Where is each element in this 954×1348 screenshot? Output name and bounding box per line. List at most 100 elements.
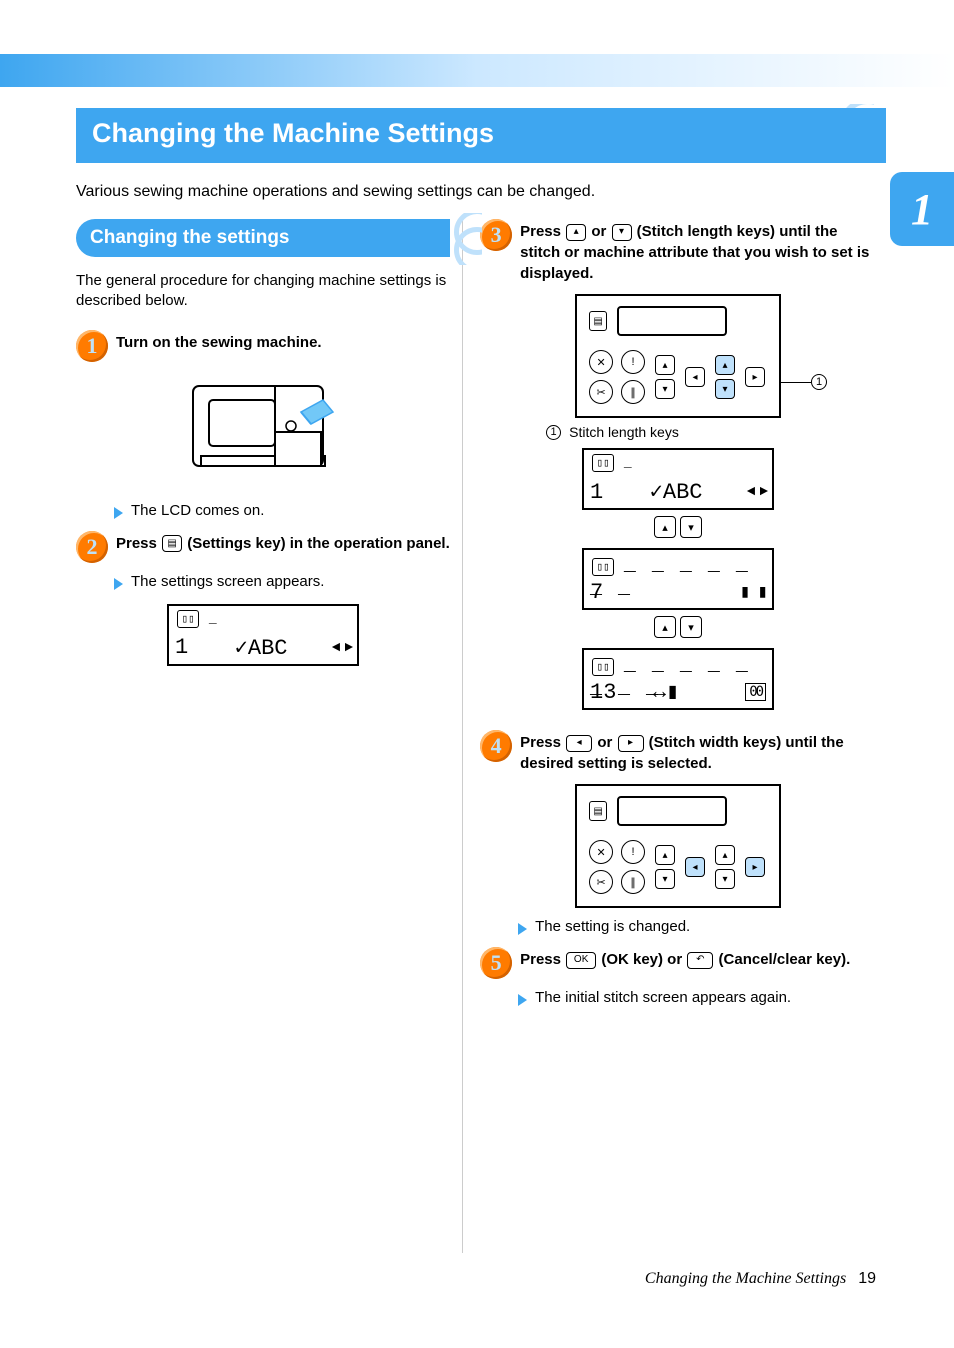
sub-text: The general procedure for changing machi…	[76, 271, 450, 312]
step-4-pre: Press	[520, 734, 565, 751]
panel-down-icon: ▾	[655, 869, 675, 889]
lcd-screen-13: ▯▯ _ _ _ _ _ _ _ _ 13 ↔▮ 00	[582, 648, 774, 710]
top-gradient-banner	[0, 54, 954, 87]
callout-1-badge: 1	[546, 425, 561, 440]
callout-leader-line	[781, 382, 811, 383]
step-3-or: or	[591, 223, 610, 240]
step-5-post: (Cancel/clear key).	[719, 951, 851, 968]
panel-left-icon: ◂	[685, 367, 705, 387]
panel-cut-icon: ✂	[589, 380, 613, 404]
panel-up-icon: ▴	[655, 845, 675, 865]
up-key-icon: ▴	[654, 616, 676, 638]
panel-pause-icon: ∥	[621, 870, 645, 894]
step-1: 1 Turn on the sewing machine.	[76, 330, 450, 362]
lcd-seq13-index: 13	[590, 680, 616, 705]
right-column: 3 Press ▴ or ▾ (Stitch length keys) unti…	[480, 219, 876, 1018]
triangle-bullet-icon	[518, 994, 527, 1006]
step-5-text: Press OK (OK key) or ↶ (Cancel/clear key…	[520, 947, 876, 970]
step-5-mid: (OK key) or	[601, 951, 686, 968]
step-2-number: 2	[76, 531, 108, 563]
lcd-seq1-arrows: ◄ ►	[747, 484, 766, 500]
step-3-number: 3	[480, 219, 512, 251]
step-1-result-text: The LCD comes on.	[131, 502, 264, 519]
step-3-text: Press ▴ or ▾ (Stitch length keys) until …	[520, 219, 876, 284]
page-footer: Changing the Machine Settings 19	[645, 1270, 876, 1288]
panel-needle-icon: !	[621, 840, 645, 864]
panel-diagram-step4: ▤ ✕ ! ✂ ∥	[480, 784, 876, 908]
lcd-sequence: ▯▯ _ 1 ✓ABC ◄ ► ▴ ▾ ▯▯ _ _ _ _ _ _ _ 7 ▮…	[480, 448, 876, 710]
right-key-icon: ▸	[618, 735, 644, 752]
page-title: Changing the Machine Settings	[76, 108, 886, 163]
triangle-bullet-icon	[518, 923, 527, 935]
step-5-number: 5	[480, 947, 512, 979]
panel-up2-icon: ▴	[715, 845, 735, 865]
footer-page-number: 19	[858, 1270, 876, 1287]
step-2-pre: Press	[116, 535, 161, 552]
step-5-pre: Press	[520, 951, 565, 968]
lcd-nav-arrows: ◄ ►	[332, 640, 351, 656]
footer-title: Changing the Machine Settings	[645, 1270, 846, 1287]
sub-heading: Changing the settings	[76, 219, 450, 257]
step-5: 5 Press OK (OK key) or ↶ (Cancel/clear k…	[480, 947, 876, 979]
panel-screen	[617, 306, 727, 336]
lcd-screen-1: ▯▯ _ 1 ✓ABC ◄ ►	[582, 448, 774, 510]
intro-text: Various sewing machine operations and se…	[76, 183, 876, 201]
column-divider	[462, 219, 463, 1253]
sub-heading-text: Changing the settings	[90, 227, 290, 248]
step-4-text: Press ◂ or ▸ (Stitch width keys) until t…	[520, 730, 876, 774]
lcd-content-1: ✓ABC	[235, 635, 288, 661]
step-1-text: Turn on the sewing machine.	[116, 330, 450, 353]
panel-left-icon-highlighted: ◂	[685, 857, 705, 877]
step-1-result: The LCD comes on.	[114, 502, 450, 519]
step-2-result-text: The settings screen appears.	[131, 573, 324, 590]
cancel-key-icon: ↶	[687, 952, 713, 969]
panel-diagram-step3: ▤ ✕ ! ✂ ∥	[480, 294, 876, 418]
updown-keys-2: ▴ ▾	[654, 616, 702, 638]
panel-needle-icon: !	[621, 350, 645, 374]
lcd-screen-7: ▯▯ _ _ _ _ _ _ _ 7 ▮ ▮	[582, 548, 774, 610]
lcd-index-1: 1	[175, 635, 188, 660]
step-2-post: in the operation panel.	[290, 535, 450, 552]
settings-key-icon: ▤	[589, 801, 607, 821]
down-key-icon: ▾	[680, 616, 702, 638]
lcd-example-1: ▯▯ _ 1 ✓ABC ◄ ►	[76, 604, 450, 666]
left-column: Changing the settings The general proced…	[76, 219, 450, 1018]
down-key-icon: ▾	[612, 224, 632, 241]
panel-down-icon: ▾	[655, 379, 675, 399]
panel-down2-icon-highlighted: ▾	[715, 379, 735, 399]
panel-x-icon: ✕	[589, 840, 613, 864]
step-2-key: (Settings key)	[187, 535, 285, 552]
lcd-seq1-content: ✓ABC	[650, 479, 703, 505]
triangle-bullet-icon	[114, 578, 123, 590]
triangle-bullet-icon	[114, 507, 123, 519]
page-content: Changing the Machine Settings Various se…	[76, 108, 876, 1018]
callout-1-text: Stitch length keys	[569, 424, 679, 440]
chapter-tab: 1	[890, 172, 954, 246]
down-key-icon: ▾	[680, 516, 702, 538]
updown-keys-1: ▴ ▾	[654, 516, 702, 538]
step-1-number: 1	[76, 330, 108, 362]
up-key-icon: ▴	[566, 224, 586, 241]
sewing-machine-illustration	[76, 376, 450, 486]
left-key-icon: ◂	[566, 735, 592, 752]
step-4: 4 Press ◂ or ▸ (Stitch width keys) until…	[480, 730, 876, 774]
panel-cut-icon: ✂	[589, 870, 613, 894]
step-4-or: or	[597, 734, 616, 751]
panel-up2-icon-highlighted: ▴	[715, 355, 735, 375]
step-2-text: Press ▤ (Settings key) in the operation …	[116, 531, 450, 554]
lcd-seq1-index: 1	[590, 480, 603, 505]
panel-screen	[617, 796, 727, 826]
step-4-result: The setting is changed.	[518, 918, 876, 935]
lcd-seq13-value: 00	[745, 683, 766, 701]
step-5-result: The initial stitch screen appears again.	[518, 989, 876, 1006]
up-key-icon: ▴	[654, 516, 676, 538]
step-3-pre: Press	[520, 223, 565, 240]
settings-key-icon: ▤	[162, 535, 182, 552]
callout-1-marker: 1	[811, 374, 827, 390]
settings-key-icon: ▤	[589, 311, 607, 331]
ok-key-icon: OK	[566, 952, 596, 969]
callout-1-label: 1 Stitch length keys	[546, 424, 876, 440]
step-2-result: The settings screen appears.	[114, 573, 450, 590]
step-3: 3 Press ▴ or ▾ (Stitch length keys) unti…	[480, 219, 876, 284]
lcd-seq7-index: 7	[590, 580, 603, 605]
